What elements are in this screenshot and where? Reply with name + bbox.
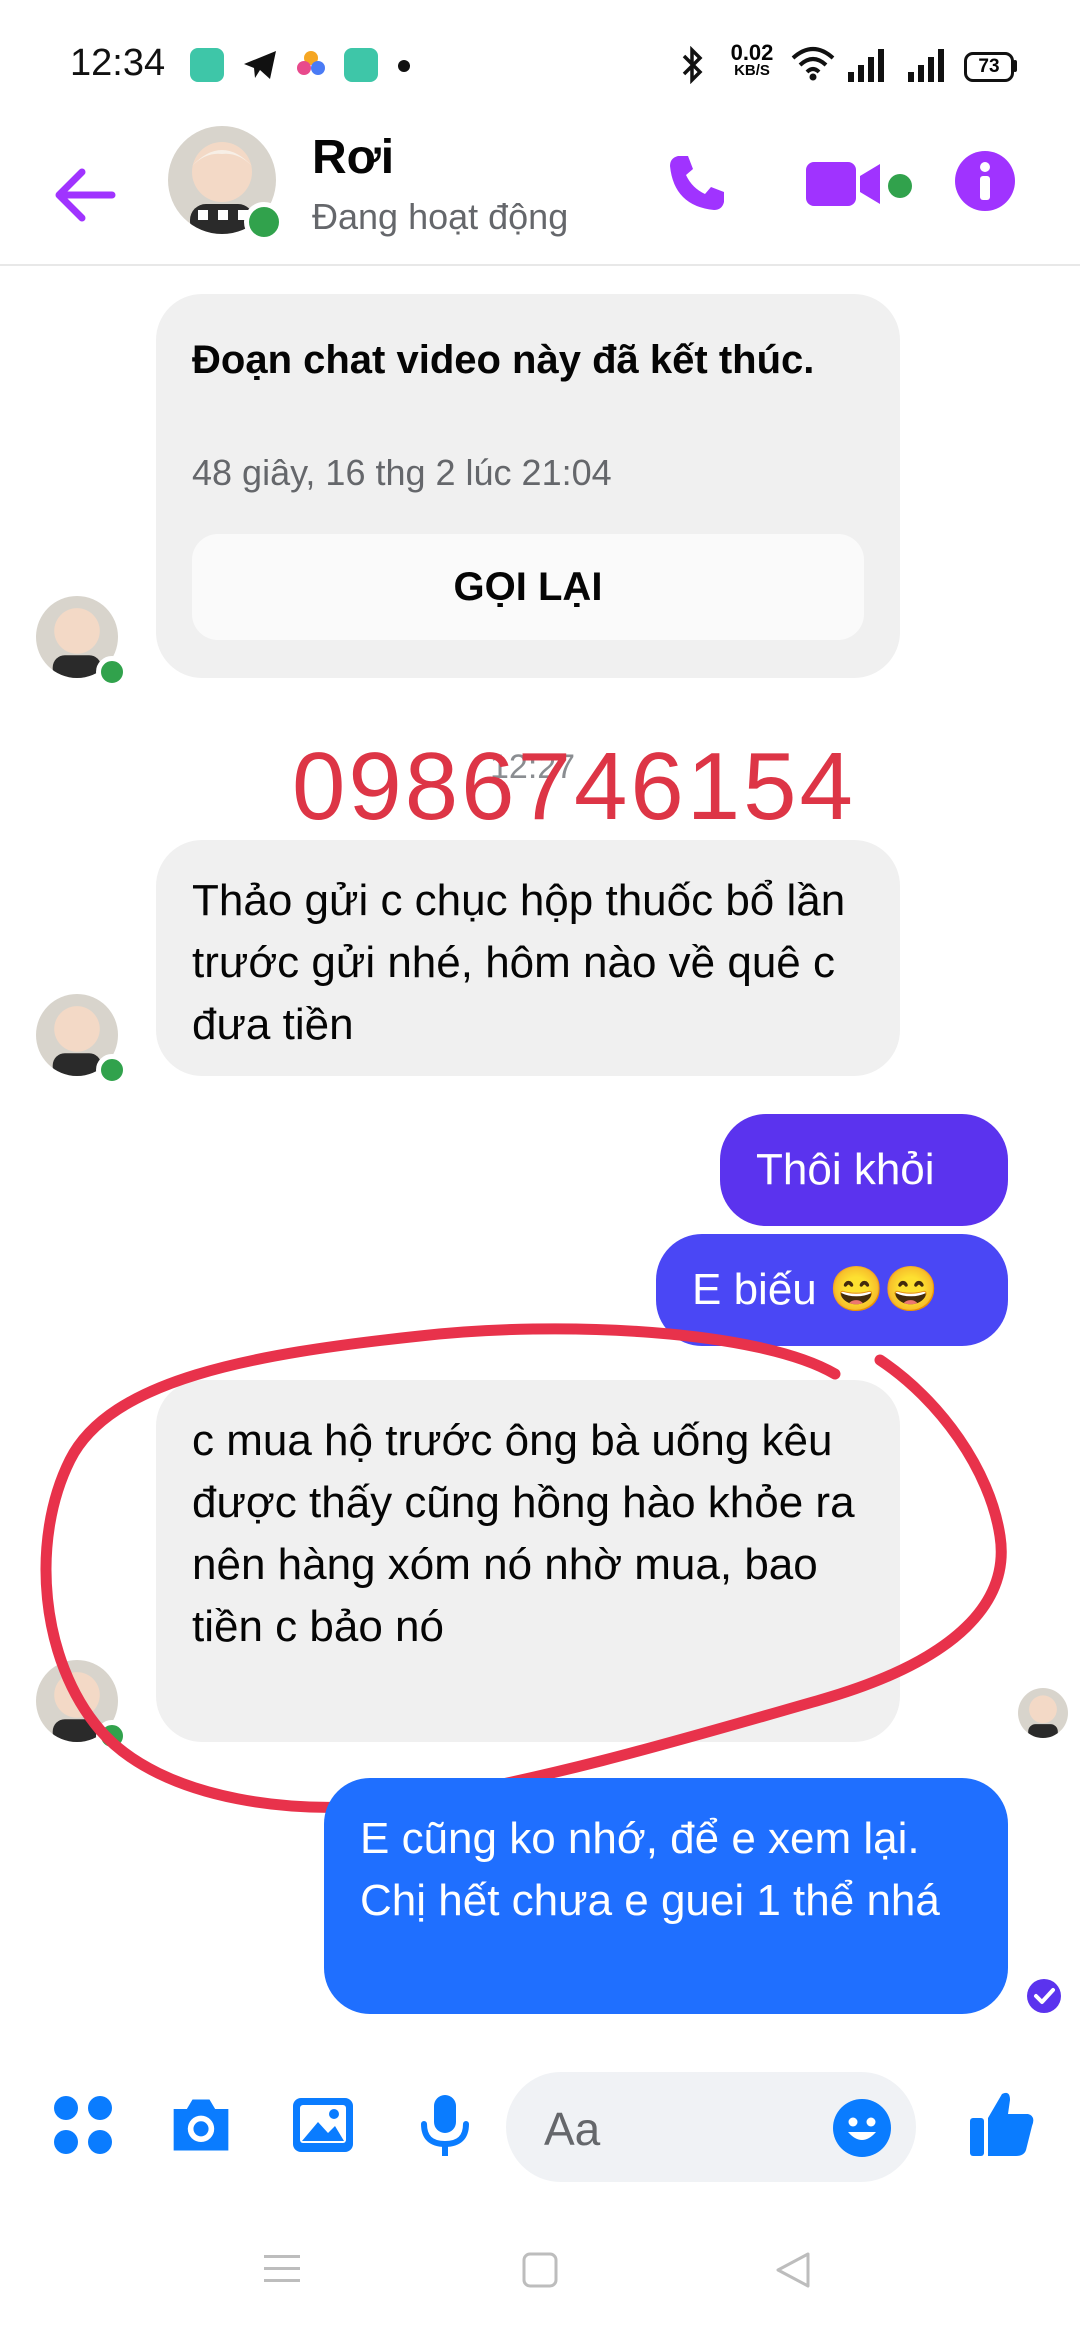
message-bubble-incoming[interactable]: Thảo gửi c chục hộp thuốc bổ lần trước g… [156, 840, 900, 1076]
video-active-dot [888, 174, 912, 198]
back-arrow-icon[interactable] [52, 166, 116, 224]
call-card-meta: 48 giây, 16 thg 2 lúc 21:04 [192, 452, 612, 493]
emoji-icon[interactable] [832, 2098, 892, 2158]
app-notification-icon [190, 48, 224, 82]
online-status-dot [96, 656, 128, 688]
camera-icon[interactable] [168, 2092, 234, 2158]
red-circle-annotation [40, 1323, 1007, 1813]
microphone-icon[interactable] [412, 2092, 478, 2158]
battery-indicator: 73 [964, 52, 1014, 82]
telegram-icon [244, 51, 276, 79]
signal-icon [848, 49, 884, 82]
status-bar: 12:34 0.02 KB/S 73 [0, 0, 1080, 120]
home-nav-icon[interactable] [520, 2250, 560, 2290]
thumbs-up-icon[interactable] [968, 2088, 1036, 2158]
chat-header [0, 120, 1080, 266]
message-text: Thảo gửi c chục hộp thuốc bổ lần trước g… [192, 876, 846, 1049]
contact-status: Đang hoạt động [312, 196, 569, 237]
video-camera-icon[interactable] [806, 158, 884, 210]
message-bubble-outgoing[interactable]: Thôi khỏi [720, 1114, 1008, 1226]
apps-icon[interactable] [50, 2092, 116, 2158]
message-input-placeholder: Aa [544, 2103, 601, 2155]
overlay-phone-number: 0986746154 [292, 733, 856, 840]
image-icon[interactable] [290, 2092, 356, 2158]
wifi-icon [791, 47, 835, 81]
signal-icon [908, 49, 944, 82]
video-call-ended-card: Đoạn chat video này đã kết thúc. 48 giây… [156, 294, 900, 678]
contact-name[interactable]: Rơi [312, 130, 394, 185]
info-icon[interactable] [954, 150, 1016, 212]
online-status-dot [244, 202, 284, 242]
status-time: 12:34 [70, 42, 166, 84]
message-text: Thôi khỏi [756, 1145, 935, 1194]
seen-check-icon [1027, 1979, 1061, 2013]
phone-icon[interactable] [664, 150, 730, 216]
battery-tip [1013, 60, 1017, 72]
bluetooth-icon [682, 46, 703, 84]
call-card-title: Đoạn chat video này đã kết thúc. [192, 338, 815, 382]
online-status-dot [96, 1054, 128, 1086]
back-nav-icon[interactable] [774, 2250, 812, 2290]
app-notification-icon [344, 48, 378, 82]
net-speed: 0.02 KB/S [730, 40, 774, 80]
photos-icon [297, 51, 325, 75]
more-notifications-dot [398, 60, 410, 72]
message-text: E cũng ko nhớ, để e xem lại. Chị hết chư… [360, 1814, 940, 1925]
message-input[interactable]: Aa [506, 2072, 916, 2182]
call-back-button[interactable]: GỌI LẠI [192, 534, 864, 640]
message-bubble-outgoing[interactable]: E cũng ko nhớ, để e xem lại. Chị hết chư… [324, 1778, 1008, 2014]
menu-nav-icon[interactable] [262, 2252, 302, 2286]
